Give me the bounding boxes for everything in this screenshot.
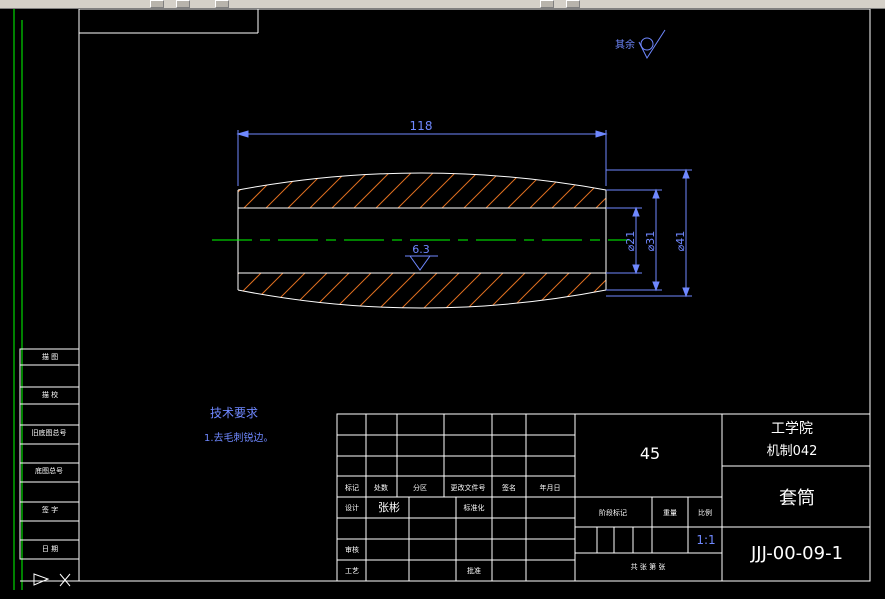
hatch-line	[595, 273, 606, 308]
tb-approve-label: 批准	[467, 566, 481, 575]
side-label-trace-check: 描 校	[42, 390, 58, 399]
hatch-line	[507, 173, 547, 208]
hatch-line	[238, 173, 239, 208]
hatch-line	[419, 173, 459, 208]
hatch-line	[238, 273, 240, 308]
tb-header-count: 处数	[374, 483, 388, 492]
tb-scale-value: 1:1	[696, 533, 715, 547]
hatch-line	[353, 173, 393, 208]
ucs-icon	[33, 573, 71, 587]
roughness-other-label: 其余	[615, 38, 635, 51]
hatch-line	[551, 273, 592, 308]
bore-roughness-symbol	[405, 255, 438, 271]
side-label-signature: 签 字	[42, 505, 58, 514]
hatch-line	[618, 273, 657, 312]
hatch-line	[397, 173, 437, 208]
tb-header-date: 年月日	[540, 483, 561, 492]
side-label-tracing: 描 图	[42, 352, 58, 361]
tb-header-signature: 签名	[502, 483, 516, 492]
dim-middle-diameter: ⌀31	[644, 231, 657, 252]
tb-header-change-doc: 更改文件号	[451, 483, 486, 492]
hatch-line	[441, 173, 481, 208]
hatch-line	[309, 273, 350, 308]
side-label-old-base-no: 旧底图总号	[32, 428, 67, 437]
tb-material: 45	[640, 444, 660, 463]
dim-length	[236, 130, 608, 186]
hatch-line	[265, 273, 306, 308]
toolbar-button[interactable]	[566, 0, 580, 8]
tb-designer-label: 设计	[345, 503, 359, 512]
hatch-line	[551, 173, 591, 208]
toolbar-button[interactable]	[150, 0, 164, 8]
tb-designer-name: 张彬	[378, 501, 400, 514]
tb-header-zone: 分区	[413, 483, 427, 492]
toolbar-button[interactable]	[176, 0, 190, 8]
tb-weight-label: 重量	[663, 509, 677, 517]
drawing-border	[78, 9, 871, 582]
tb-drawing-number: JJJ-00-09-1	[750, 543, 843, 564]
bore-roughness-value: 6.3	[412, 243, 430, 256]
tb-class: 机制042	[767, 444, 818, 459]
tb-school: 工学院	[771, 421, 813, 437]
toolbar-button[interactable]	[215, 0, 229, 8]
hatch-line	[618, 170, 656, 208]
hatch-line	[640, 170, 678, 208]
toolbar-button[interactable]	[540, 0, 554, 8]
hatch-line	[287, 173, 327, 208]
hatch-line	[640, 273, 679, 312]
hatch-line	[507, 273, 548, 308]
side-label-date: 日 期	[42, 545, 58, 553]
side-panel	[19, 348, 80, 560]
tb-sheets-label: 共 张 第 张	[631, 562, 666, 571]
hatch-line	[265, 173, 305, 208]
tech-requirements-title: 技术要求	[210, 406, 258, 420]
tb-stage-label: 阶段标记	[599, 508, 627, 517]
side-label-base-no: 底图总号	[35, 466, 63, 475]
hatch-line	[529, 273, 570, 308]
roughness-symbol: 其余	[615, 29, 666, 60]
hatch-line	[485, 273, 526, 308]
hatch-line	[375, 273, 416, 308]
tb-part-name: 套筒	[779, 488, 815, 509]
dim-inner-diameter: ⌀21	[624, 231, 637, 252]
hatch-line	[375, 173, 415, 208]
tb-standardization-label: 标准化	[464, 503, 485, 512]
hatch-line	[397, 273, 438, 308]
hatch-line	[238, 273, 262, 308]
hatch-line	[419, 273, 460, 308]
hatch-line	[243, 173, 283, 208]
tb-review-label: 审核	[345, 545, 359, 554]
tech-requirement-item: 1.去毛刺锐边。	[204, 431, 274, 444]
tb-process-label: 工艺	[345, 567, 359, 575]
drawing-canvas[interactable]: 描 图 描 校 旧底图总号 底图总号 签 字 日 期 其余 118 ⌀21 ⌀3…	[0, 9, 885, 599]
hatch-line	[287, 273, 328, 308]
hatch-bottom	[238, 273, 679, 312]
tb-header-mark: 标记	[345, 483, 359, 492]
cad-toolbar-strip	[0, 0, 885, 9]
hatch-line	[529, 173, 569, 208]
tb-scale-label: 比例	[698, 508, 712, 517]
dim-length-text: 118	[410, 119, 433, 133]
dim-outer-diameter: ⌀41	[674, 231, 687, 252]
